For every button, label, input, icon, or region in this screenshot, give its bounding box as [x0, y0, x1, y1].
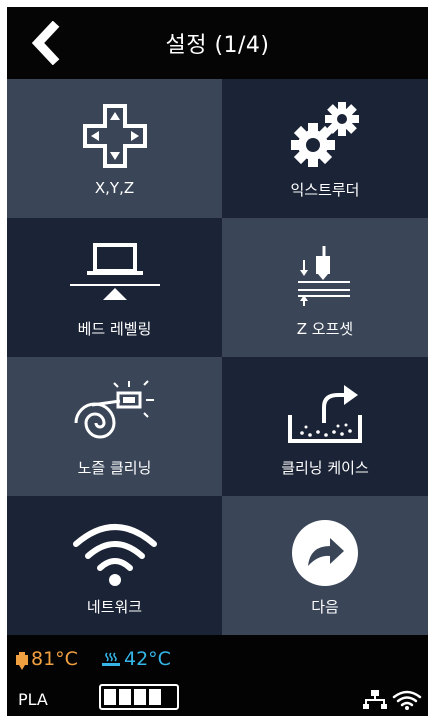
printer-screen: 설정 (1/4) X,Y,Z 익스트루더 베드 레벨링 Z 오프셋 노즐 클리닝…: [7, 7, 428, 716]
tile-label: X,Y,Z: [94, 179, 135, 197]
tile-bed-leveling[interactable]: 베드 레벨링: [7, 218, 222, 357]
tile-label: Z 오프셋: [296, 320, 354, 338]
header-bar: 설정 (1/4): [7, 7, 428, 79]
tile-label: 익스트루더: [290, 181, 360, 199]
tile-network[interactable]: 네트워크: [7, 496, 222, 635]
heated-bed-icon: [102, 652, 120, 666]
tile-nozzle-cleaning[interactable]: 노즐 클리닝: [7, 357, 222, 496]
wifi-icon: [72, 524, 157, 586]
nozzle-icon: [16, 652, 28, 670]
material-label: PLA: [18, 690, 48, 709]
battery-cell: [134, 689, 146, 705]
battery-cell: [119, 689, 131, 705]
tile-label: 다음: [311, 598, 339, 616]
bed-temperature: 42°C: [124, 648, 171, 670]
page-title: 설정 (1/4): [165, 33, 270, 58]
status-bar: 81°C 42°C PLA: [7, 635, 428, 716]
tile-z-offset[interactable]: Z 오프셋: [222, 218, 428, 357]
ethernet-icon: [363, 690, 387, 709]
tile-extruder[interactable]: 익스트루더: [222, 79, 428, 218]
battery-cell: [104, 689, 116, 705]
tile-label: 클리닝 케이스: [281, 459, 369, 477]
tile-next[interactable]: 다음: [222, 496, 428, 635]
tile-label: 노즐 클리닝: [77, 459, 152, 477]
wifi-signal-icon: [392, 690, 422, 707]
directional-pad-icon: [82, 104, 147, 168]
tile-cleaning-case[interactable]: 클리닝 케이스: [222, 357, 428, 496]
tile-xyz[interactable]: X,Y,Z: [7, 79, 222, 218]
nozzle-cleaning-icon: [74, 380, 154, 439]
battery-cell: [149, 689, 161, 705]
network-status: [363, 690, 422, 710]
tile-label: 베드 레벨링: [77, 320, 152, 338]
settings-menu-grid: X,Y,Z 익스트루더 베드 레벨링 Z 오프셋 노즐 클리닝 클리닝 케이스 …: [7, 79, 428, 635]
bed-leveling-icon: [69, 243, 160, 300]
cleaning-case-icon: [288, 385, 362, 443]
nozzle-temperature: 81°C: [31, 648, 78, 670]
tile-label: 네트워크: [86, 598, 143, 616]
next-arrow-icon: [292, 520, 358, 586]
gears-icon: [291, 102, 359, 167]
z-offset-icon: [298, 246, 350, 306]
battery-indicator: [99, 684, 179, 710]
